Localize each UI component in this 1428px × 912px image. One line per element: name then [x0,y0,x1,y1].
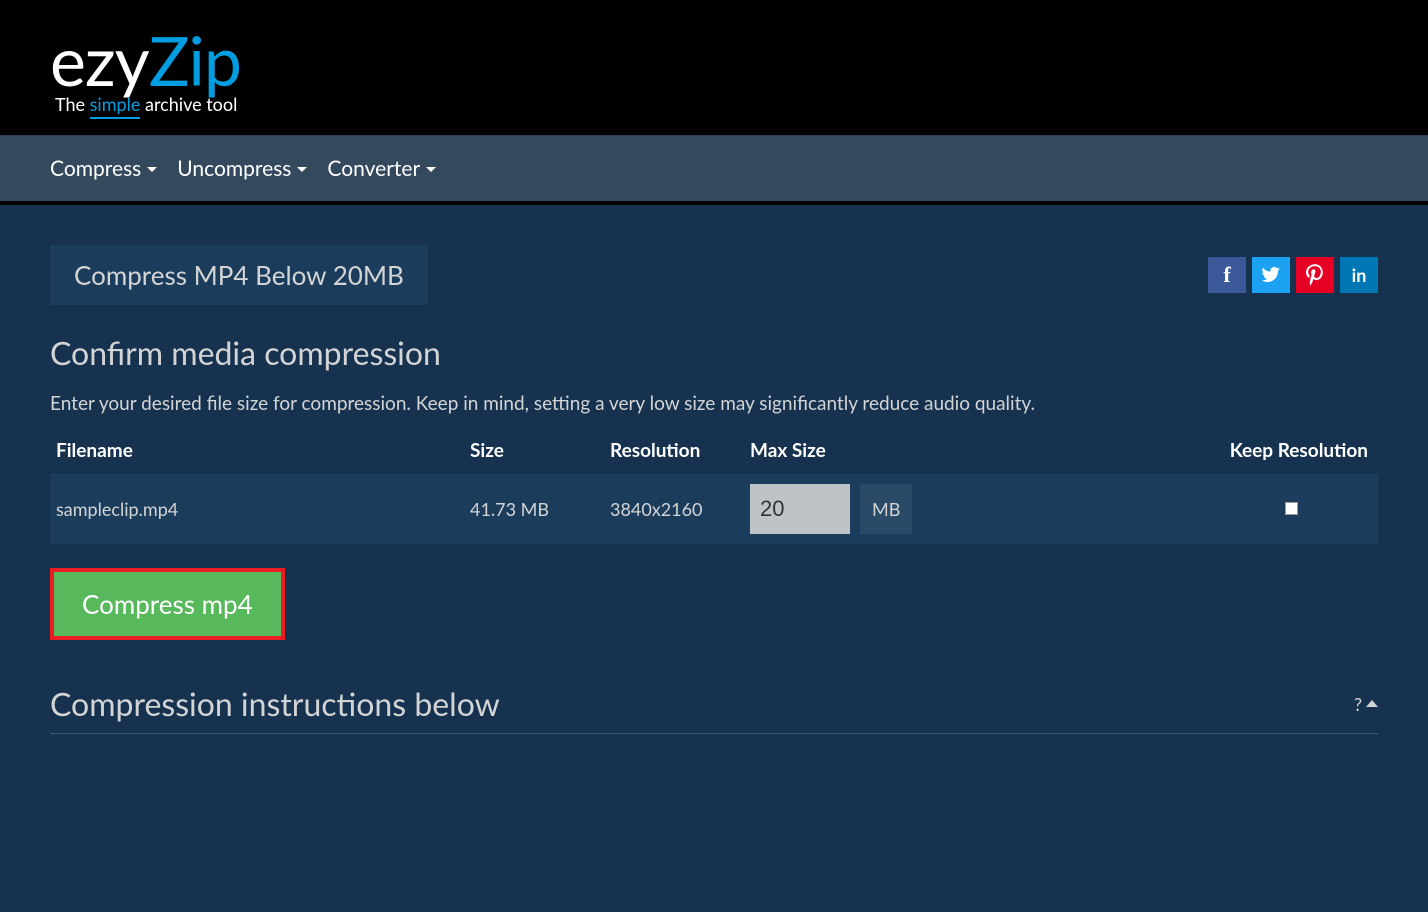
help-icon: ? [1354,693,1362,715]
navbar: Compress Uncompress Converter [0,135,1428,205]
header-filename: Filename [50,439,470,462]
header-keepres: Keep Resolution [910,439,1378,462]
pinterest-share[interactable] [1296,257,1334,293]
keep-resolution-checkbox[interactable] [1285,502,1298,515]
linkedin-share[interactable]: in [1340,257,1378,293]
cell-keepres [910,500,1378,519]
caret-down-icon [426,167,436,172]
header-maxsize: Max Size [750,439,910,462]
pinterest-icon [1306,264,1324,286]
logo-ezy: ezy [50,20,149,101]
main-content: Compress MP4 Below 20MB f in Confirm med… [0,205,1428,912]
instructions-title: Compression instructions below [50,684,500,723]
cell-size: 41.73 MB [470,498,610,520]
twitter-icon [1261,267,1281,283]
tab-row: Compress MP4 Below 20MB f in [50,245,1378,305]
table-header: Filename Size Resolution Max Size Keep R… [50,439,1378,474]
nav-compress[interactable]: Compress [50,156,157,181]
tagline: The simple archive tool [55,93,1378,115]
logo[interactable]: ezyZip [50,20,1378,101]
header: ezyZip The simple archive tool [0,0,1428,135]
twitter-share[interactable] [1252,257,1290,293]
header-size: Size [470,439,610,462]
maxsize-input[interactable] [750,484,850,534]
nav-uncompress[interactable]: Uncompress [177,156,307,181]
linkedin-icon: in [1352,264,1367,286]
tab-compress-mp4[interactable]: Compress MP4 Below 20MB [50,245,428,305]
help-toggle[interactable]: ? [1354,693,1378,715]
social-buttons: f in [1208,257,1378,293]
nav-converter[interactable]: Converter [327,156,436,181]
facebook-icon: f [1223,262,1230,288]
form-title: Confirm media compression [50,333,1378,372]
media-table: Filename Size Resolution Max Size Keep R… [50,439,1378,544]
maxsize-unit: MB [860,484,912,534]
facebook-share[interactable]: f [1208,257,1246,293]
form-description: Enter your desired file size for compres… [50,392,1378,415]
caret-up-icon [1366,700,1378,707]
compress-button[interactable]: Compress mp4 [50,568,285,640]
cell-maxsize: MB [750,484,910,534]
instructions-row: Compression instructions below ? [50,684,1378,734]
caret-down-icon [147,167,157,172]
table-row: sampleclip.mp4 41.73 MB 3840x2160 MB [50,474,1378,544]
tagline-simple: simple [90,93,141,119]
logo-zip: Zip [149,20,241,101]
caret-down-icon [297,167,307,172]
header-resolution: Resolution [610,439,750,462]
cell-resolution: 3840x2160 [610,498,750,520]
cell-filename: sampleclip.mp4 [50,498,470,520]
